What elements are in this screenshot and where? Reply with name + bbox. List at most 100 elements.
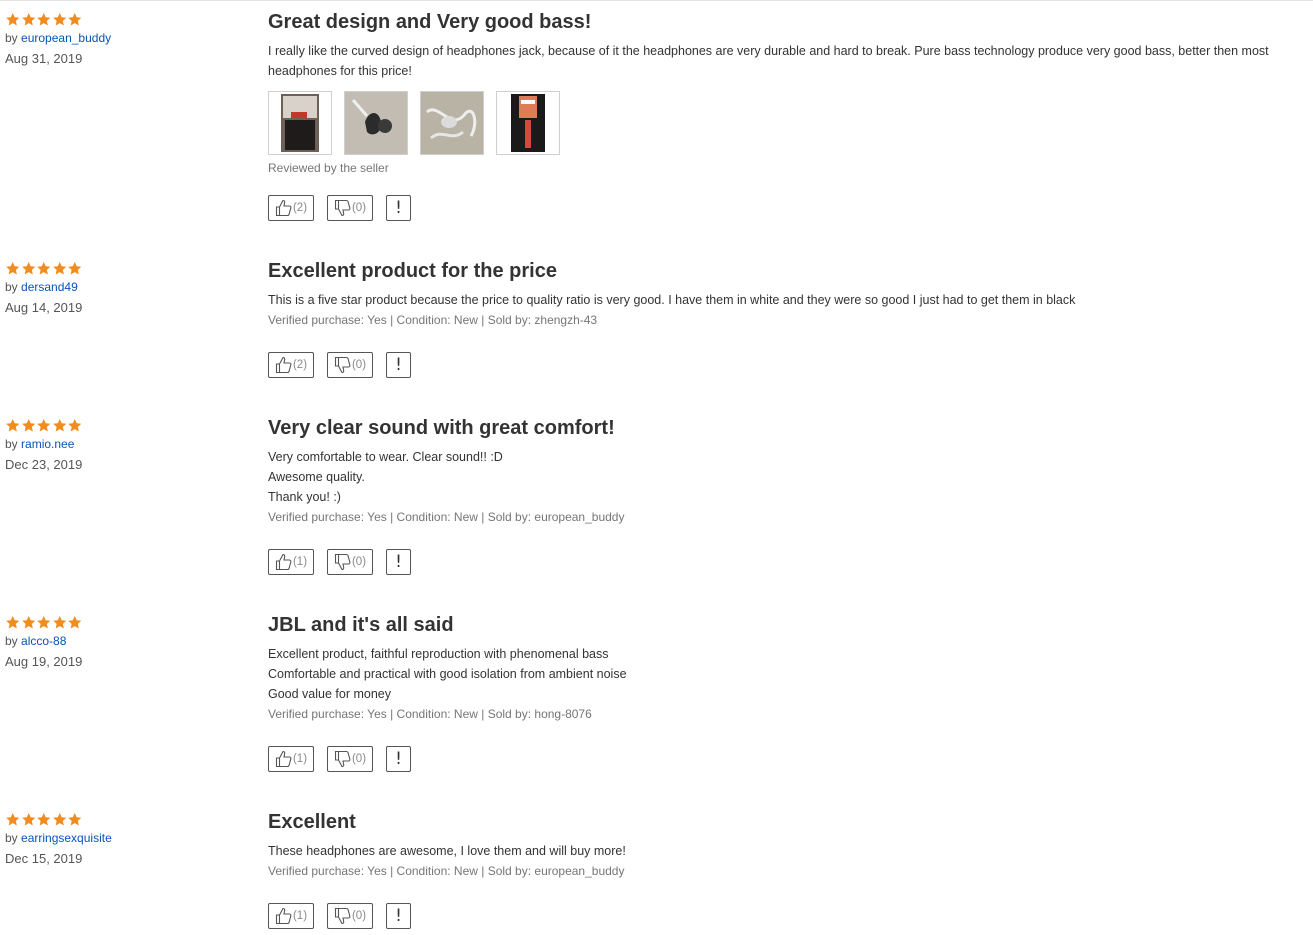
purchase-details: Verified purchase: Yes | Condition: New … — [268, 707, 592, 721]
unhelpful-count: (0) — [351, 910, 367, 922]
review-actions: (1) (0) ! — [268, 903, 411, 929]
star-icon — [68, 418, 82, 432]
star-icon — [21, 615, 35, 629]
helpful-button[interactable]: (2) — [268, 352, 314, 378]
thumbs-down-icon — [334, 553, 351, 571]
report-icon: ! — [395, 748, 402, 769]
report-icon: ! — [395, 197, 402, 218]
star-icon — [68, 812, 82, 826]
review-note: Reviewed by the seller — [268, 161, 389, 175]
report-button[interactable]: ! — [386, 549, 411, 575]
unhelpful-count: (0) — [351, 359, 367, 371]
review-meta: by european_buddy Aug 31, 2019 — [5, 12, 245, 66]
star-icon — [37, 261, 51, 275]
review-date: Aug 14, 2019 — [5, 300, 83, 315]
review-body: These headphones are awesome, I love the… — [268, 841, 1313, 861]
star-icon — [68, 615, 82, 629]
report-button[interactable]: ! — [386, 746, 411, 772]
reviewer-username-link[interactable]: ramio.nee — [21, 437, 74, 451]
review-title: Excellent product for the price — [268, 260, 557, 282]
star-rating — [5, 12, 245, 28]
by-prefix: by — [5, 831, 18, 845]
review-body: Excellent product, faithful reproduction… — [268, 644, 1313, 704]
report-button[interactable]: ! — [386, 352, 411, 378]
reviewer-username-link[interactable]: dersand49 — [21, 280, 78, 294]
thumbs-up-icon — [275, 750, 292, 768]
unhelpful-button[interactable]: (0) — [327, 746, 373, 772]
product-photo-earbuds-icon — [345, 92, 407, 154]
reviewer-username-link[interactable]: alcco-88 — [21, 634, 66, 648]
helpful-count: (2) — [292, 359, 308, 371]
star-icon — [21, 12, 35, 26]
unhelpful-button[interactable]: (0) — [327, 352, 373, 378]
review-meta: by dersand49 Aug 14, 2019 — [5, 261, 245, 315]
star-icon — [37, 615, 51, 629]
review-date: Aug 31, 2019 — [5, 51, 83, 66]
star-rating — [5, 812, 245, 828]
review-actions: (2) (0) ! — [268, 352, 411, 378]
star-rating — [5, 615, 245, 631]
review-body-line: Very comfortable to wear. Clear sound!! … — [268, 450, 503, 464]
star-icon — [6, 615, 20, 629]
review-body-line: I really like the curved design of headp… — [268, 44, 1269, 78]
star-icon — [37, 418, 51, 432]
helpful-button[interactable]: (1) — [268, 903, 314, 929]
unhelpful-count: (0) — [351, 753, 367, 765]
by-prefix: by — [5, 31, 18, 45]
helpful-count: (1) — [292, 753, 308, 765]
star-icon — [6, 261, 20, 275]
review-body: Very comfortable to wear. Clear sound!! … — [268, 447, 1313, 507]
review-photo-thumbnail[interactable] — [420, 91, 484, 155]
reviewer-username-link[interactable]: european_buddy — [21, 31, 111, 45]
review-meta: by ramio.nee Dec 23, 2019 — [5, 418, 245, 472]
unhelpful-button[interactable]: (0) — [327, 195, 373, 221]
review-actions: (2) (0) ! — [268, 195, 411, 221]
report-button[interactable]: ! — [386, 903, 411, 929]
reviewer-line: by ramio.nee — [5, 437, 245, 451]
helpful-button[interactable]: (1) — [268, 746, 314, 772]
review-content: Very clear sound with great comfort! Ver… — [268, 417, 1313, 524]
product-photo-box-icon — [269, 92, 331, 154]
review-body-line: Good value for money — [268, 687, 391, 701]
review-photo-thumbnail[interactable] — [344, 91, 408, 155]
star-icon — [21, 418, 35, 432]
review-date: Dec 23, 2019 — [5, 457, 83, 472]
reviewer-line: by dersand49 — [5, 280, 245, 294]
by-prefix: by — [5, 280, 18, 294]
purchase-details: Verified purchase: Yes | Condition: New … — [268, 510, 625, 524]
star-icon — [6, 12, 20, 26]
unhelpful-button[interactable]: (0) — [327, 549, 373, 575]
reviewer-line: by alcco-88 — [5, 634, 245, 648]
helpful-button[interactable]: (1) — [268, 549, 314, 575]
star-icon — [21, 261, 35, 275]
helpful-count: (1) — [292, 910, 308, 922]
report-button[interactable]: ! — [386, 195, 411, 221]
review-body: This is a five star product because the … — [268, 290, 1313, 310]
review-meta: by earringsexquisite Dec 15, 2019 — [5, 812, 245, 866]
product-photo-cable-icon — [421, 92, 483, 154]
review-body-line: Comfortable and practical with good isol… — [268, 667, 627, 681]
review-body-line: Awesome quality. — [268, 470, 365, 484]
unhelpful-button[interactable]: (0) — [327, 903, 373, 929]
helpful-count: (2) — [292, 202, 308, 214]
star-icon — [68, 12, 82, 26]
review-title: Very clear sound with great comfort! — [268, 417, 615, 439]
report-icon: ! — [395, 551, 402, 572]
top-divider — [0, 0, 1313, 1]
helpful-button[interactable]: (2) — [268, 195, 314, 221]
review-photo-thumbnail[interactable] — [496, 91, 560, 155]
star-icon — [52, 418, 66, 432]
thumbs-up-icon — [275, 553, 292, 571]
thumbs-up-icon — [275, 907, 292, 925]
review-title: Excellent — [268, 811, 356, 833]
star-icon — [37, 12, 51, 26]
review-body-line: Excellent product, faithful reproduction… — [268, 647, 609, 661]
thumbs-down-icon — [334, 750, 351, 768]
report-icon: ! — [395, 905, 402, 926]
review-photo-thumbnail[interactable] — [268, 91, 332, 155]
star-icon — [21, 812, 35, 826]
star-icon — [52, 261, 66, 275]
reviewer-username-link[interactable]: earringsexquisite — [21, 831, 112, 845]
review-meta: by alcco-88 Aug 19, 2019 — [5, 615, 245, 669]
star-icon — [52, 812, 66, 826]
